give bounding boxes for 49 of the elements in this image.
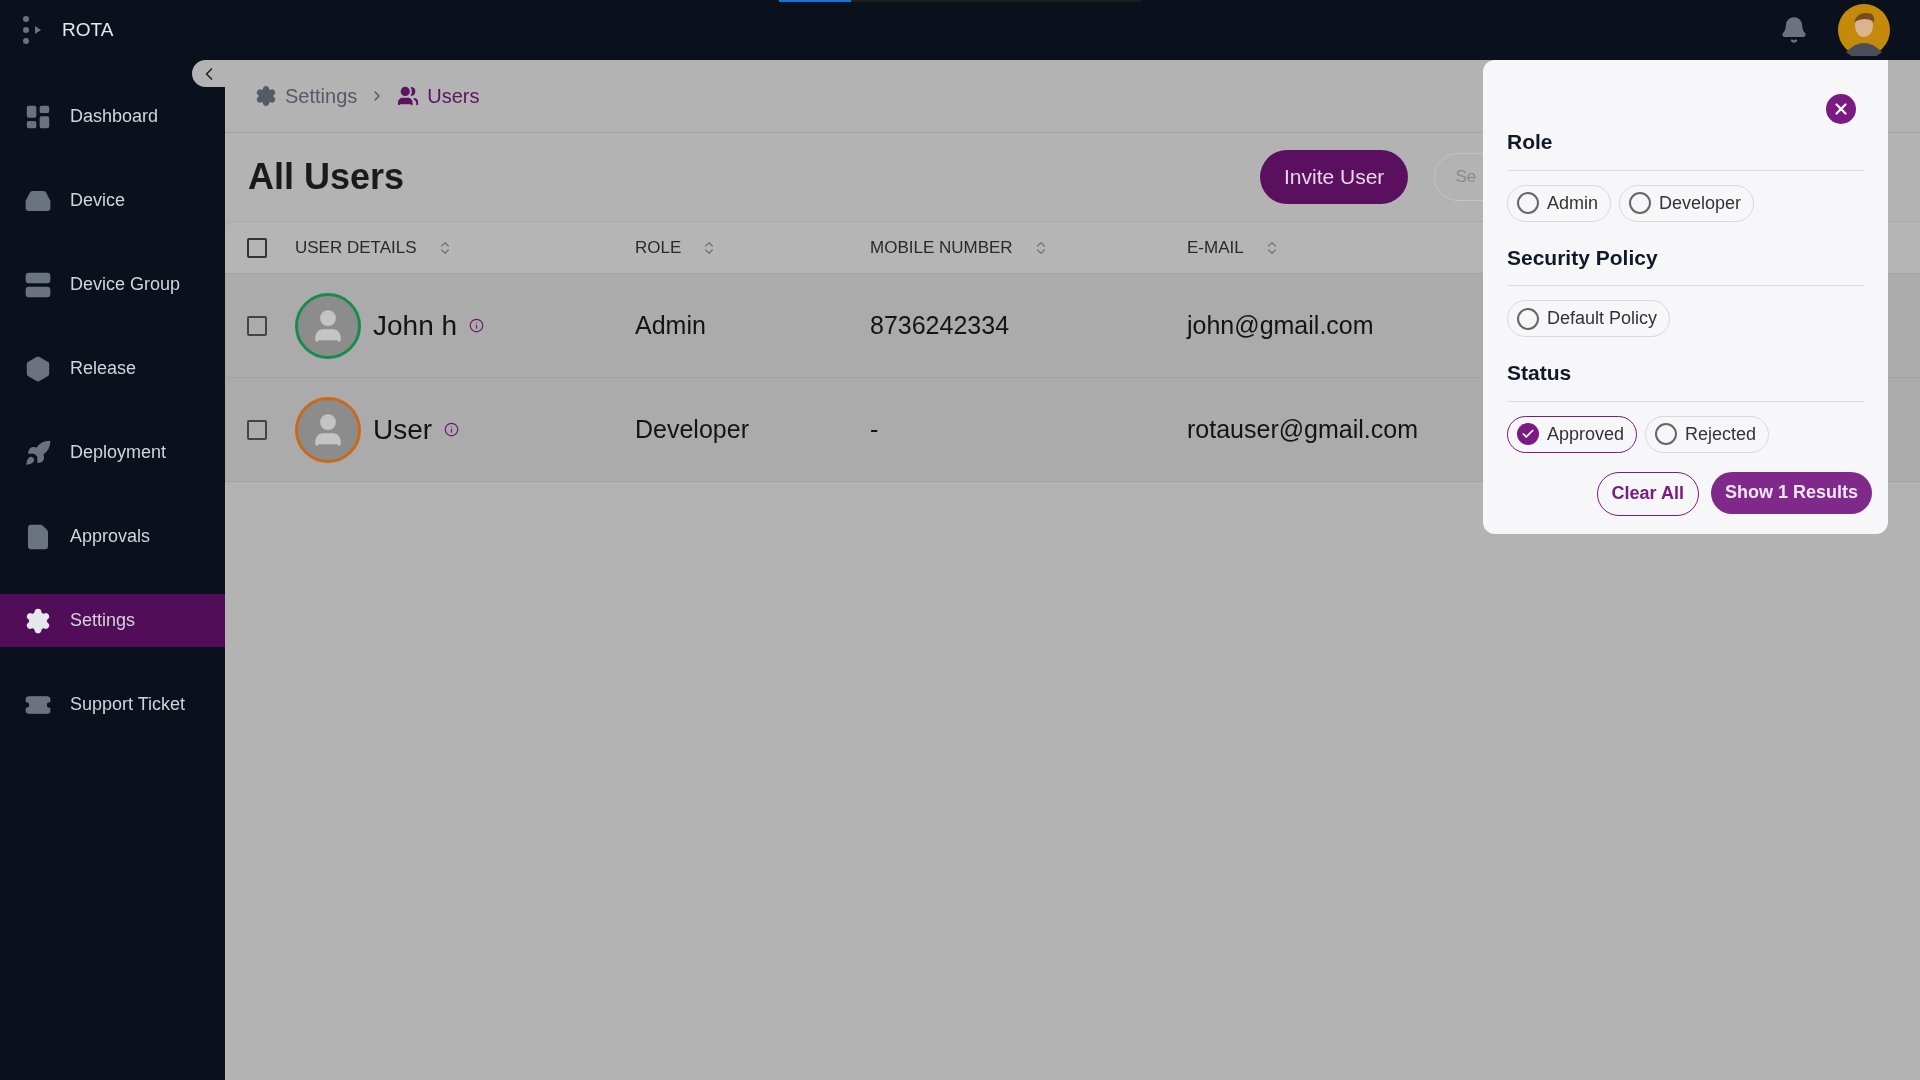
table-cell-text: 8736242334: [870, 309, 1011, 341]
notifications-bell-icon[interactable]: [1780, 16, 1808, 44]
info-icon[interactable]: [444, 422, 460, 437]
column-header: ROLE: [635, 236, 682, 259]
settings-icon: [255, 85, 277, 107]
table-cell-text: john@gmail.com: [1187, 309, 1374, 341]
table-cell-text: -: [870, 413, 880, 445]
server-icon: [24, 270, 52, 299]
radio-icon: [1629, 192, 1652, 214]
sidebar-item[interactable]: Settings: [0, 594, 225, 647]
sidebar-item[interactable]: Device: [0, 174, 225, 227]
info-icon[interactable]: [469, 318, 485, 333]
brand-name: ROTA: [62, 17, 114, 42]
sidebar-item[interactable]: Release: [0, 342, 225, 395]
collapse-sidebar-button[interactable]: [192, 60, 225, 87]
user-avatar[interactable]: [1838, 4, 1890, 56]
column-header: USER DETAILS: [295, 236, 417, 259]
close-button[interactable]: [1826, 94, 1856, 124]
invite-user-button[interactable]: Invite User: [1260, 150, 1409, 204]
page-title: All Users: [248, 155, 405, 199]
user-name: John h: [373, 308, 458, 343]
logo-icon: [22, 15, 42, 45]
settings-icon: [24, 606, 52, 635]
close-icon: [1832, 100, 1850, 118]
table-cell-text: Developer: [635, 413, 750, 445]
rocket-icon: [24, 438, 52, 467]
table-cell-text: Admin: [635, 309, 707, 341]
row-checkbox[interactable]: [247, 315, 267, 336]
user-name: User: [373, 412, 433, 447]
sidebar-item[interactable]: Approvals: [0, 510, 225, 563]
sidebar-item[interactable]: Support Ticket: [0, 678, 225, 731]
radio-icon: [1517, 307, 1539, 330]
select-all-checkbox[interactable]: [247, 237, 267, 258]
column-header: MOBILE NUMBER: [870, 236, 1013, 259]
table-cell-text: rotauser@gmail.com: [1187, 413, 1418, 445]
sidebar-item[interactable]: Deployment: [0, 426, 225, 479]
show-results-button[interactable]: Show 1 Results: [1710, 471, 1872, 514]
users-icon: [397, 85, 420, 107]
sidebar-item[interactable]: Device Group: [0, 258, 225, 311]
radio-icon: [1517, 192, 1539, 214]
section-title: Role: [1507, 126, 1864, 171]
breadcrumb-link[interactable]: Users: [427, 81, 480, 111]
sidebar-item[interactable]: Dashboard: [0, 90, 225, 143]
section-title: Security Policy: [1507, 241, 1864, 286]
column-header: E-MAIL: [1187, 236, 1244, 259]
radio-icon: [1655, 423, 1678, 445]
row-checkbox[interactable]: [247, 419, 267, 440]
checked-radio-icon: [1517, 423, 1539, 445]
section-title: Status: [1507, 357, 1864, 402]
